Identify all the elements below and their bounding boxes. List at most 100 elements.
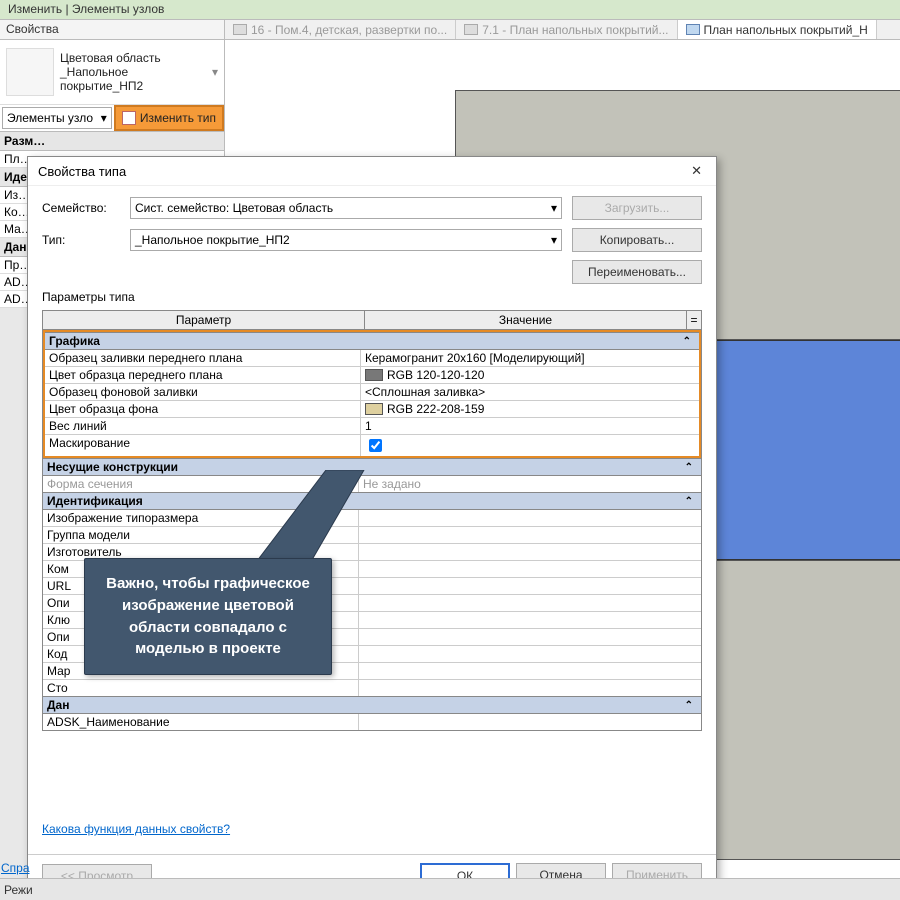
ribbon-title: Изменить | Элементы узлов [8,2,164,16]
param-row[interactable]: Образец заливки переднего планаКерамогра… [45,350,699,367]
collapse-icon: ⌃ [683,336,695,347]
document-tab[interactable]: 7.1 - План напольных покрытий... [456,20,677,39]
top-row: Свойства 16 - Пом.4, детская, развертки … [0,20,900,40]
document-tabs: 16 - Пом.4, детская, развертки по... 7.1 … [225,20,900,39]
param-value[interactable]: Керамогранит 20х160 [Моделирующий] [361,350,699,366]
param-value[interactable] [359,680,701,696]
param-value[interactable] [359,612,701,628]
param-value[interactable]: RGB 222-208-159 [361,401,699,417]
document-icon [686,24,700,35]
param-value[interactable] [359,561,701,577]
param-value[interactable] [359,544,701,560]
chevron-down-icon: ▾ [551,201,557,215]
edit-type-button[interactable]: Изменить тип [114,105,224,131]
tab-label: 16 - Пом.4, детская, развертки по... [251,23,447,37]
param-value[interactable] [361,435,699,456]
param-value[interactable] [359,510,701,526]
param-value[interactable] [359,595,701,611]
rename-button[interactable]: Переименовать... [572,260,702,284]
param-name: Форма сечения [43,476,359,492]
param-name: Группа модели [43,527,359,543]
col-value[interactable]: Значение [365,311,687,329]
type-name-1: Цветовая область [60,51,161,65]
param-value[interactable] [359,578,701,594]
param-name: Изображение типоразмера [43,510,359,526]
document-tab[interactable]: План напольных покрытий_Н [678,20,877,39]
family-select[interactable]: Сист. семейство: Цветовая область ▾ [130,197,562,219]
duplicate-button[interactable]: Копировать... [572,228,702,252]
family-label: Семейство: [42,201,112,215]
param-name: Образец фоновой заливки [45,384,361,400]
document-tab[interactable]: 16 - Пом.4, детская, развертки по... [225,20,456,39]
param-value[interactable]: 1 [361,418,699,434]
sidebar-section-header[interactable]: Разм… [0,132,224,151]
param-value[interactable]: Не задано [359,476,701,492]
param-row[interactable]: Вес линий1 [45,418,699,435]
checkbox[interactable] [369,439,382,452]
param-group-header[interactable]: Графика⌃ [45,332,699,350]
dialog-titlebar: Свойства типа ✕ [28,157,716,186]
edit-type-icon [122,111,136,125]
tab-label: 7.1 - План напольных покрытий... [482,23,668,37]
collapse-icon: ⌃ [685,462,697,473]
color-swatch [365,369,383,381]
close-button[interactable]: ✕ [687,163,706,179]
mode-label: Режи [4,883,33,897]
help-link[interactable]: Какова функция данных свойств? [42,814,702,844]
type-select[interactable]: _Напольное покрытие_НП2 ▾ [130,229,562,251]
param-row[interactable]: Образец фоновой заливки<Сплошная заливка… [45,384,699,401]
ribbon-header: Изменить | Элементы узлов [0,0,900,20]
type-label: Тип: [42,233,112,247]
param-name: Маскирование [45,435,361,456]
type-thumbnail [6,48,54,96]
param-name: Сто [43,680,359,696]
chevron-down-icon: ▾ [212,65,218,79]
param-row[interactable]: Форма сеченияНе задано [43,476,701,492]
edit-type-row: Элементы узло▾ Изменить тип [0,105,224,132]
tab-label: План напольных покрытий_Н [704,23,868,37]
properties-header: Свойства [0,20,225,39]
param-value[interactable]: RGB 120-120-120 [361,367,699,383]
param-row[interactable]: ADSK_Наименование [43,714,701,730]
dialog-title: Свойства типа [38,164,126,179]
collapse-icon: ⌃ [685,496,697,507]
col-parameter[interactable]: Параметр [43,311,365,329]
param-value[interactable] [359,527,701,543]
document-icon [233,24,247,35]
param-row[interactable]: Цвет образца фонаRGB 222-208-159 [45,401,699,418]
document-icon [464,24,478,35]
params-header: Параметр Значение = [43,311,701,330]
callout-tooltip: Важно, чтобы графическое изображение цве… [84,558,332,675]
param-group-header[interactable]: Идентификация⌃ [43,492,701,510]
help-label[interactable]: Спра [0,860,28,878]
param-value[interactable] [359,663,701,679]
param-name: ADSK_Наименование [43,714,359,730]
params-label: Параметры типа [42,290,702,304]
param-row[interactable]: Изображение типоразмера [43,510,701,527]
type-selector[interactable]: Цветовая область _Напольное покрытие_НП2… [0,40,224,105]
param-name: Вес линий [45,418,361,434]
color-swatch [365,403,383,415]
status-bar: Режи [0,878,900,900]
param-name: Цвет образца переднего плана [45,367,361,383]
type-name-3: покрытие_НП2 [60,79,161,93]
param-value[interactable] [359,646,701,662]
param-group-header[interactable]: Несущие конструкции⌃ [43,458,701,476]
type-name-2: _Напольное [60,65,161,79]
col-eq[interactable]: = [687,311,701,329]
param-value[interactable] [359,714,701,730]
chevron-down-icon: ▾ [551,233,557,247]
param-group-header[interactable]: Дан⌃ [43,696,701,714]
type-properties-dialog: Свойства типа ✕ Семейство: Сист. семейст… [27,156,717,898]
param-name: Цвет образца фона [45,401,361,417]
load-button[interactable]: Загрузить... [572,196,702,220]
param-value[interactable] [359,629,701,645]
param-row[interactable]: Маскирование [45,435,699,456]
element-selector[interactable]: Элементы узло▾ [2,107,112,129]
collapse-icon: ⌃ [685,700,697,711]
param-value[interactable]: <Сплошная заливка> [361,384,699,400]
param-row[interactable]: Сто [43,680,701,696]
param-row[interactable]: Цвет образца переднего планаRGB 120-120-… [45,367,699,384]
param-row[interactable]: Группа модели [43,527,701,544]
param-name: Образец заливки переднего плана [45,350,361,366]
